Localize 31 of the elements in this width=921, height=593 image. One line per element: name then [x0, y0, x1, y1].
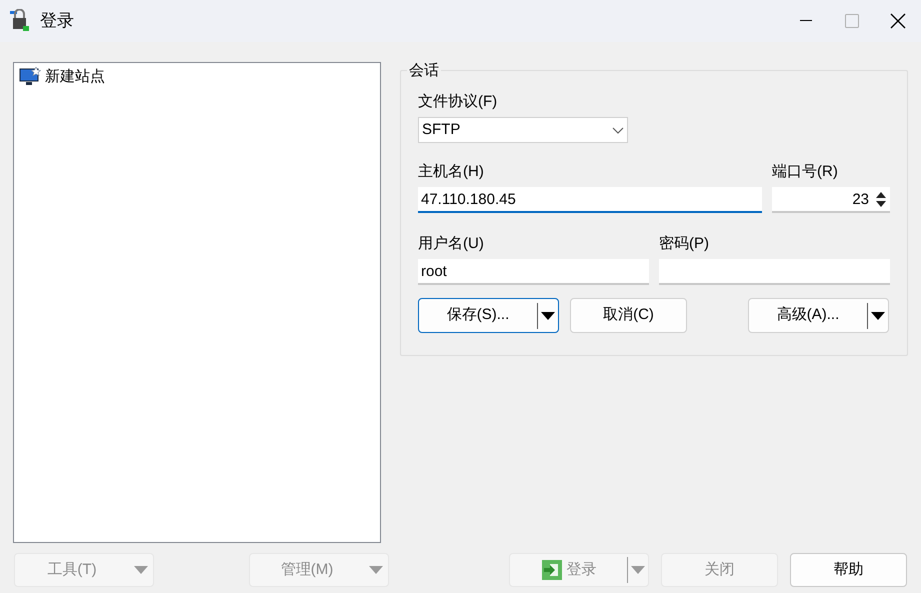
field-label: 文件协议(F) — [418, 93, 498, 111]
protocol-dropdown[interactable]: SFTP — [418, 117, 628, 143]
caret-icon — [541, 312, 555, 320]
tree-item[interactable]: 新建站点 — [17, 66, 377, 88]
monitor-icon — [19, 67, 41, 87]
session-button[interactable]: 高级(A)... — [748, 298, 889, 333]
spin-buttons[interactable] — [872, 187, 890, 213]
caret-icon — [871, 312, 885, 320]
minimize-icon — [800, 20, 812, 22]
window-title: 登录 — [40, 10, 74, 32]
lock-icon — [8, 9, 32, 33]
session-button[interactable]: 取消(C) — [570, 298, 687, 333]
caret-icon — [134, 566, 148, 574]
chevron-down-icon — [612, 126, 624, 134]
close-icon — [890, 13, 906, 29]
field-label: 用户名(U) — [418, 235, 485, 253]
session-button[interactable]: 保存(S)... — [418, 298, 559, 333]
caret-icon — [369, 566, 383, 574]
login-icon — [540, 559, 562, 581]
field-label: 端口号(R) — [772, 163, 839, 181]
maximize-icon — [845, 14, 859, 28]
input-field[interactable]: 47.110.180.45 — [418, 187, 762, 213]
footer-button[interactable]: 帮助 — [790, 553, 907, 587]
input-field[interactable]: 23 — [772, 187, 872, 213]
field-label: 密码(P) — [659, 235, 710, 253]
input-field[interactable] — [659, 259, 890, 285]
up-arrow-icon — [876, 192, 886, 198]
down-arrow-icon — [876, 200, 886, 206]
field-label: 主机名(H) — [418, 163, 485, 181]
caret-icon — [631, 566, 645, 574]
input-field[interactable]: root — [418, 259, 649, 285]
